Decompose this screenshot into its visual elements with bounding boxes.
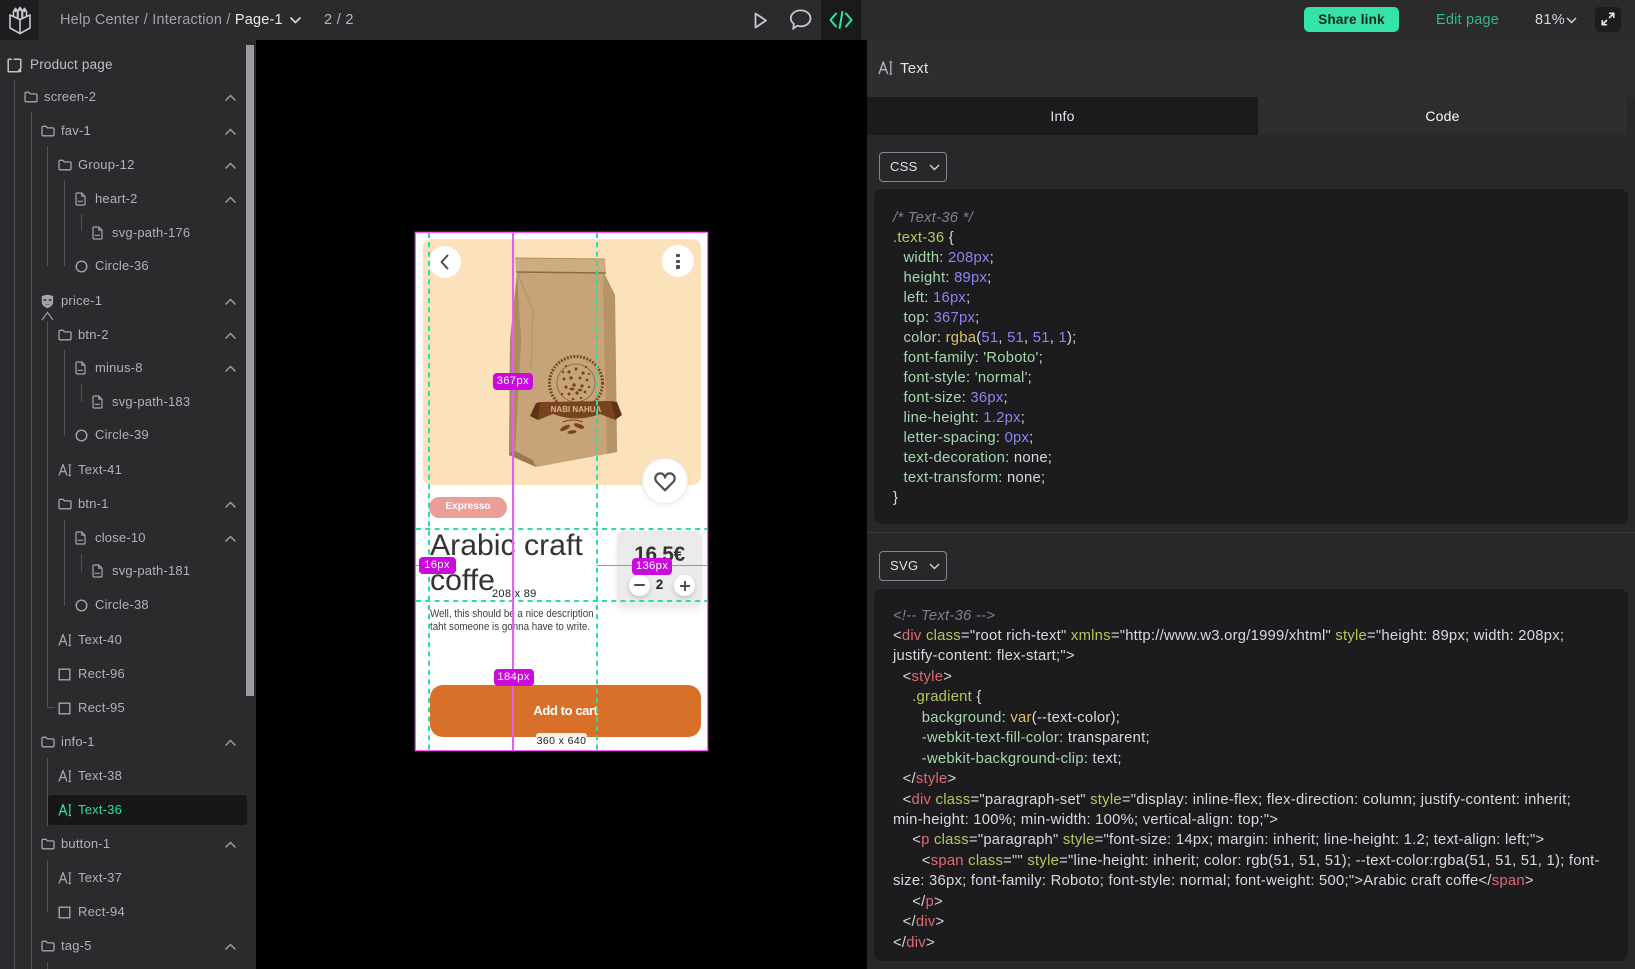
svg-text:NABI NAHUA: NABI NAHUA	[551, 405, 602, 414]
